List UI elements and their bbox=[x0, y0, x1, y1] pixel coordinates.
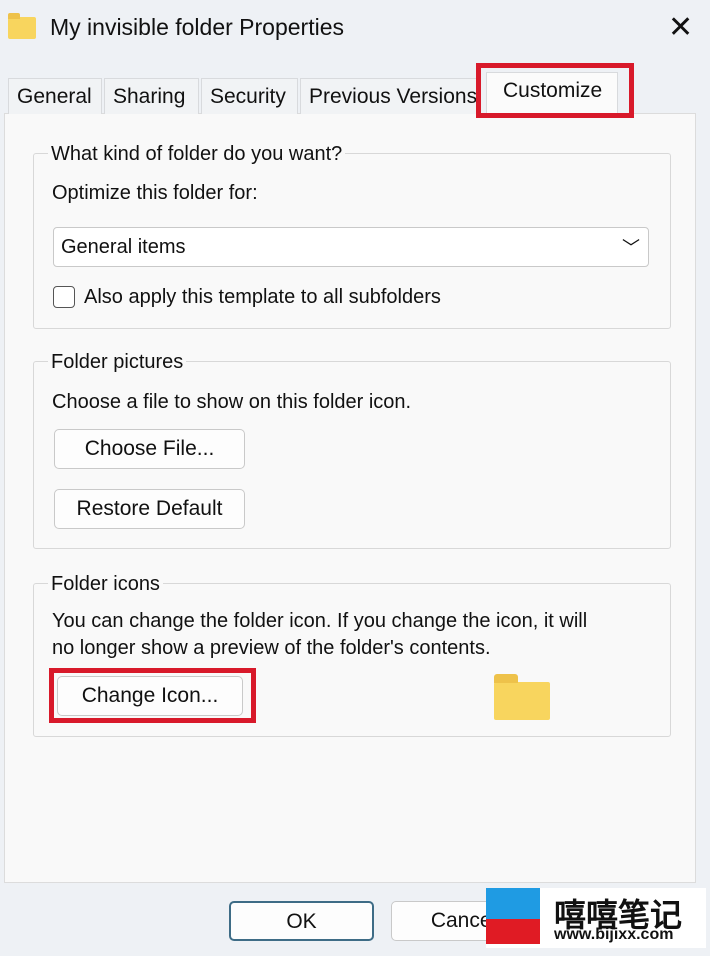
icons-description-1: You can change the folder icon. If you c… bbox=[52, 610, 588, 632]
chevron-down-icon: ﹀ bbox=[622, 238, 640, 258]
window-title: My invisible folder Properties bbox=[50, 14, 345, 40]
optimize-select[interactable]: General items ﹀ bbox=[53, 227, 649, 267]
folder-icon bbox=[8, 13, 36, 39]
tab-security[interactable]: Security bbox=[201, 78, 298, 114]
watermark: 嘻嘻笔记 www.bijixx.com bbox=[486, 888, 706, 948]
select-value: General items bbox=[61, 236, 186, 258]
group-label: Folder icons bbox=[48, 573, 163, 596]
choose-file-button[interactable]: Choose File... bbox=[54, 429, 245, 469]
close-icon[interactable]: ✕ bbox=[668, 10, 693, 45]
optimize-label: Optimize this folder for: bbox=[52, 182, 258, 204]
tab-sharing[interactable]: Sharing bbox=[104, 78, 199, 114]
pictures-description: Choose a file to show on this folder ico… bbox=[52, 391, 412, 413]
tab-previous-versions[interactable]: Previous Versions bbox=[300, 78, 480, 114]
icons-description-2: no longer show a preview of the folder's… bbox=[52, 637, 491, 659]
highlight-customize bbox=[476, 63, 634, 118]
highlight-change-icon bbox=[49, 668, 256, 723]
tab-general[interactable]: General bbox=[8, 78, 102, 114]
checkbox-label: Also apply this template to all subfolde… bbox=[84, 286, 441, 308]
folder-preview-icon bbox=[494, 674, 550, 720]
restore-default-button[interactable]: Restore Default bbox=[54, 489, 245, 529]
subfolders-checkbox[interactable] bbox=[53, 286, 75, 308]
watermark-url: www.bijixx.com bbox=[554, 926, 674, 943]
ok-button[interactable]: OK bbox=[229, 901, 374, 941]
watermark-logo-icon bbox=[486, 888, 540, 944]
group-label: Folder pictures bbox=[48, 351, 187, 374]
group-label: What kind of folder do you want? bbox=[48, 143, 346, 166]
